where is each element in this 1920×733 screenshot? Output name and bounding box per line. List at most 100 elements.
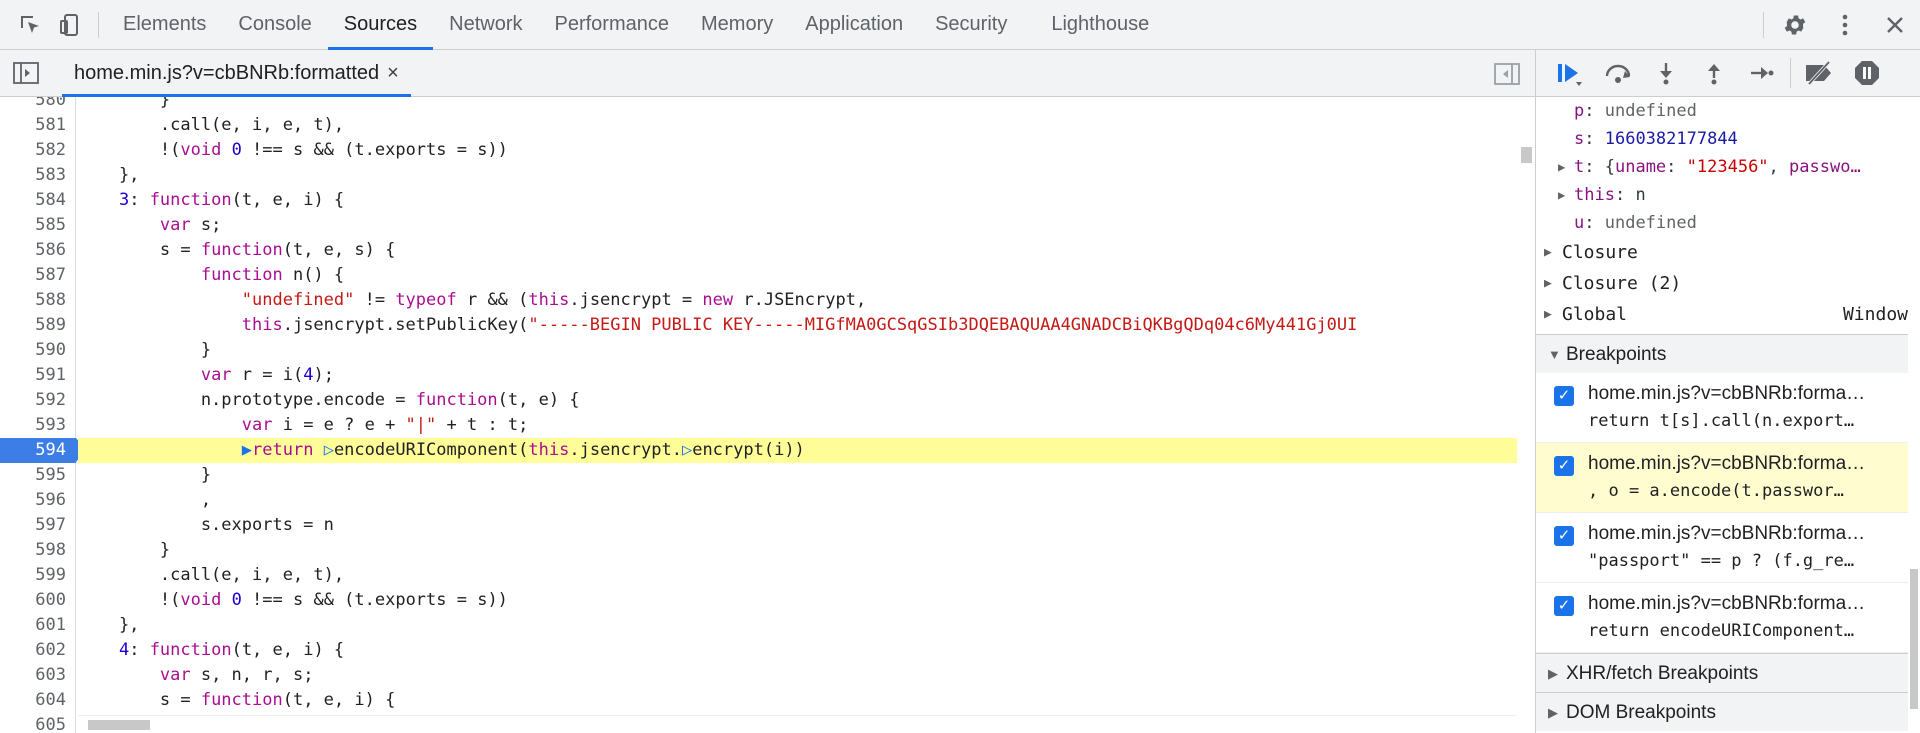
scope-var-p[interactable]: p: undefined [1536,97,1920,125]
editor-horizontal-scrollbar[interactable] [78,715,1517,733]
line-number[interactable]: 586 [0,238,76,263]
line-number[interactable]: 580 [0,97,76,113]
tab-elements[interactable]: Elements [107,0,222,50]
expand-triangle-icon[interactable]: ▶ [1558,181,1565,209]
expand-triangle-icon[interactable]: ▶ [1548,654,1558,693]
line-number[interactable]: 588 [0,288,76,313]
tab-network[interactable]: Network [433,0,538,50]
breakpoints-header[interactable]: ▼ Breakpoints [1536,334,1920,373]
line-number[interactable]: 602 [0,638,76,663]
scope-group-label: Global [1562,304,1628,325]
expand-triangle-icon[interactable]: ▶ [1544,268,1552,299]
line-number[interactable]: 598 [0,538,76,563]
code-editor[interactable]: 580 581 582 583 584 585 586 587 588 589 590 591 592 5… [0,97,1535,733]
deactivate-breakpoints-icon[interactable] [1795,50,1843,97]
scope-global[interactable]: ▶ Global Window [1536,299,1920,330]
scope-closure[interactable]: ▶ Closure [1536,237,1920,268]
scrollbar-thumb[interactable] [1521,147,1532,163]
step-out-icon[interactable] [1690,50,1738,97]
line-number[interactable]: 599 [0,563,76,588]
scrollbar-thumb[interactable] [88,720,150,730]
code-line: !(void 0 !== s && (t.exports = s)) [78,140,508,160]
resume-icon[interactable] [1546,50,1594,97]
toggle-navigator-icon[interactable] [0,50,52,97]
breakpoint-item[interactable]: ✓ home.min.js?v=cbBNRb:forma… return t[s… [1536,373,1920,443]
scope-var-this[interactable]: ▶ this: n [1536,181,1920,209]
line-number[interactable]: 605 [0,713,76,733]
breakpoint-item-paused[interactable]: ✓ home.min.js?v=cbBNRb:forma… , o = a.en… [1536,443,1920,513]
breakpoint-item[interactable]: ✓ home.min.js?v=cbBNRb:forma… return enc… [1536,583,1920,653]
tab-console[interactable]: Console [222,0,327,50]
line-number[interactable]: 600 [0,588,76,613]
line-number-gutter[interactable]: 580 581 582 583 584 585 586 587 588 589 590 591 592 5… [0,97,86,733]
breakpoint-checkbox[interactable]: ✓ [1554,386,1574,406]
code-line: var r = i(4); [200,365,334,385]
more-options-icon[interactable] [1820,0,1870,50]
scope-var-key: t [1574,157,1585,177]
line-number[interactable]: 581 [0,113,76,138]
scope-group-label: Closure (2) [1562,273,1682,294]
step-into-icon[interactable] [1642,50,1690,97]
line-number-breakpoint[interactable]: 594 [0,438,86,463]
expand-triangle-icon[interactable]: ▶ [1558,153,1565,181]
scope-var-s[interactable]: s: 1660382177844 [1536,125,1920,153]
step-over-icon[interactable] [1594,50,1642,97]
breakpoint-checkbox[interactable]: ✓ [1554,456,1574,476]
scope-global-type: Window [1842,304,1908,325]
line-number[interactable]: 584 [0,188,76,213]
editor-vertical-scrollbar[interactable] [1517,97,1535,715]
section-title: Breakpoints [1566,344,1667,365]
tab-memory[interactable]: Memory [685,0,789,50]
line-number[interactable]: 596 [0,488,76,513]
breakpoint-code: return t[s].call(n.export… [1588,411,1855,431]
breakpoint-file: home.min.js?v=cbBNRb:forma… [1588,383,1866,404]
pause-on-exceptions-icon[interactable] [1843,50,1891,97]
line-number[interactable]: 603 [0,663,76,688]
sidebar-scrollbar[interactable] [1908,97,1920,733]
tab-lighthouse[interactable]: Lighthouse [1035,0,1165,50]
line-number[interactable]: 582 [0,138,76,163]
code-line: s.exports = n [78,515,334,535]
file-tabs-bar: home.min.js?v=cbBNRb:formatted × [0,50,1535,97]
line-number[interactable]: 592 [0,388,76,413]
line-number[interactable]: 591 [0,363,76,388]
scrollbar-thumb[interactable] [1910,569,1918,709]
line-number[interactable]: 597 [0,513,76,538]
dom-breakpoints-header[interactable]: ▶ DOM Breakpoints [1536,692,1920,731]
line-number[interactable]: 593 [0,413,76,438]
expand-triangle-icon[interactable]: ▶ [1548,693,1558,732]
breakpoint-item[interactable]: ✓ home.min.js?v=cbBNRb:forma… "passport"… [1536,513,1920,583]
breakpoint-checkbox[interactable]: ✓ [1554,596,1574,616]
scope-closure-2[interactable]: ▶ Closure (2) [1536,268,1920,299]
step-icon[interactable] [1738,50,1786,97]
expand-triangle-icon[interactable]: ▶ [1544,299,1552,330]
close-devtools-icon[interactable] [1870,0,1920,50]
tab-security[interactable]: Security [919,0,1023,50]
toolbar-divider [98,11,99,38]
tab-performance[interactable]: Performance [539,0,686,50]
breakpoint-checkbox[interactable]: ✓ [1554,526,1574,546]
breakpoint-code: return encodeURIComponent… [1588,621,1855,641]
tab-sources[interactable]: Sources [327,0,434,50]
line-number[interactable]: 601 [0,613,76,638]
scope-var-u[interactable]: u: undefined [1536,209,1920,237]
file-tab-home-min-js[interactable]: home.min.js?v=cbBNRb:formatted × [62,50,411,97]
file-tab-label: home.min.js?v=cbBNRb:formatted [74,61,380,84]
line-number[interactable]: 595 [0,463,76,488]
tab-application[interactable]: Application [789,0,919,50]
line-number[interactable]: 587 [0,263,76,288]
xhr-breakpoints-header[interactable]: ▶ XHR/fetch Breakpoints [1536,653,1920,692]
line-number[interactable]: 589 [0,313,76,338]
collapse-triangle-icon[interactable]: ▼ [1548,335,1561,374]
inspect-element-icon[interactable] [10,0,50,50]
toggle-debugger-sidebar-icon[interactable] [1483,50,1531,97]
scope-var-t[interactable]: ▶ t: {uname: "123456", passwo… [1536,153,1920,181]
device-toolbar-icon[interactable] [50,0,90,50]
line-number[interactable]: 590 [0,338,76,363]
line-number[interactable]: 585 [0,213,76,238]
expand-triangle-icon[interactable]: ▶ [1544,237,1552,268]
line-number[interactable]: 583 [0,163,76,188]
line-number[interactable]: 604 [0,688,76,713]
close-tab-icon[interactable]: × [387,62,399,85]
settings-gear-icon[interactable] [1770,0,1820,50]
